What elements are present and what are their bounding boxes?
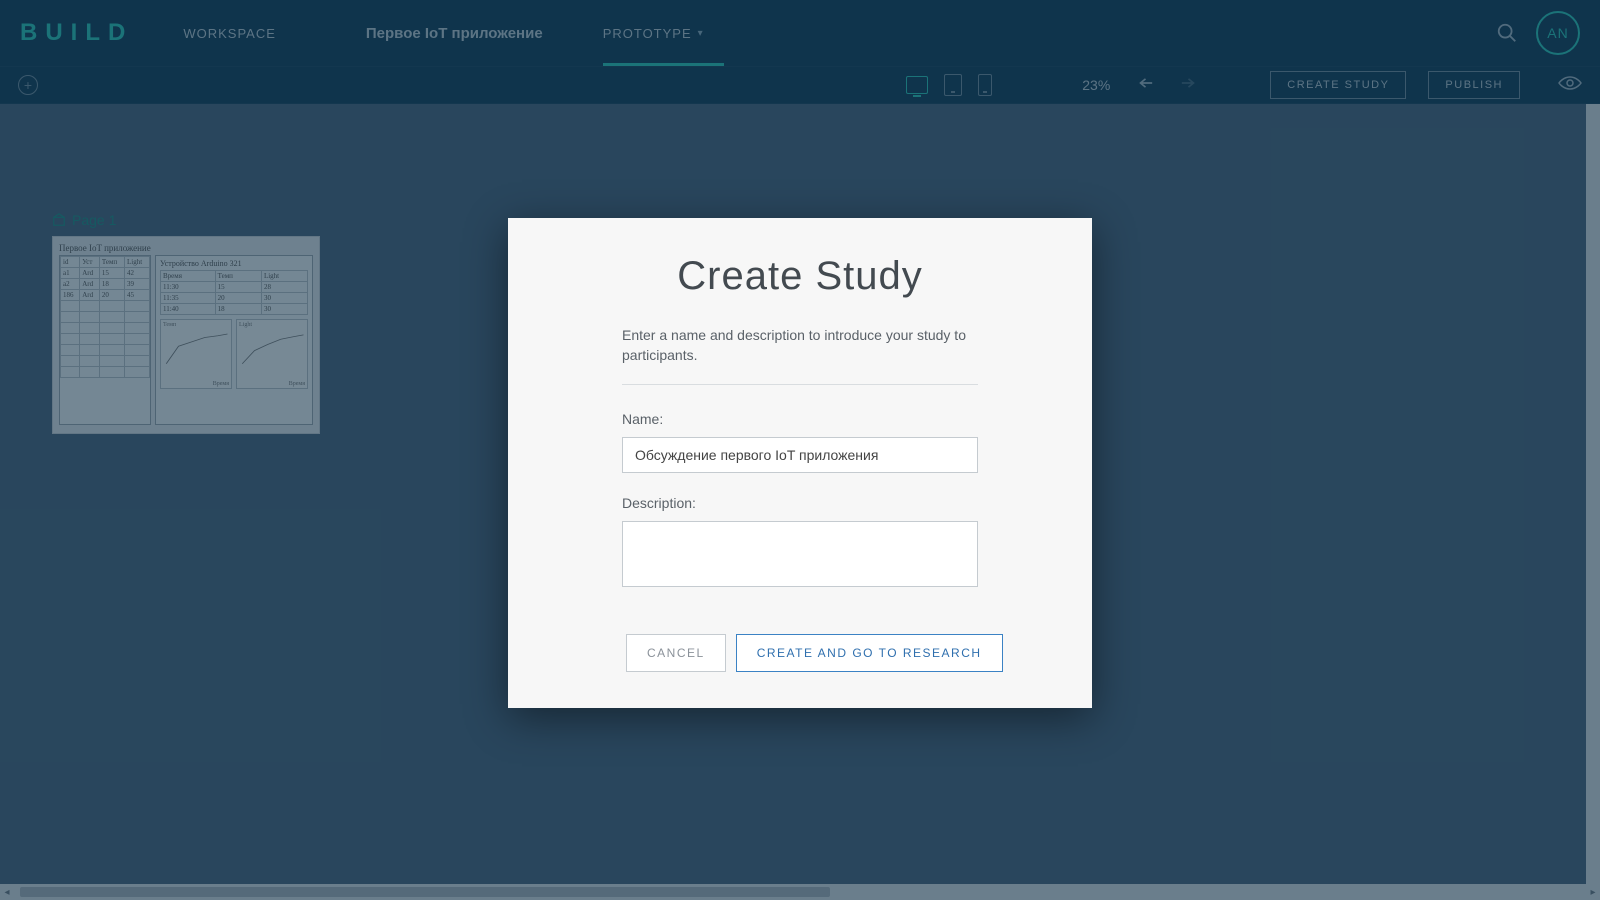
modal-title: Create Study	[508, 254, 1092, 299]
divider	[622, 384, 978, 385]
study-description-input[interactable]	[622, 521, 978, 587]
create-study-modal: Create Study Enter a name and descriptio…	[508, 218, 1092, 708]
create-and-go-button[interactable]: CREATE AND GO TO RESEARCH	[736, 634, 1003, 672]
cancel-button[interactable]: CANCEL	[626, 634, 726, 672]
description-label: Description:	[622, 495, 978, 511]
modal-intro-text: Enter a name and description to introduc…	[622, 325, 978, 366]
name-label: Name:	[622, 411, 978, 427]
study-name-input[interactable]	[622, 437, 978, 473]
